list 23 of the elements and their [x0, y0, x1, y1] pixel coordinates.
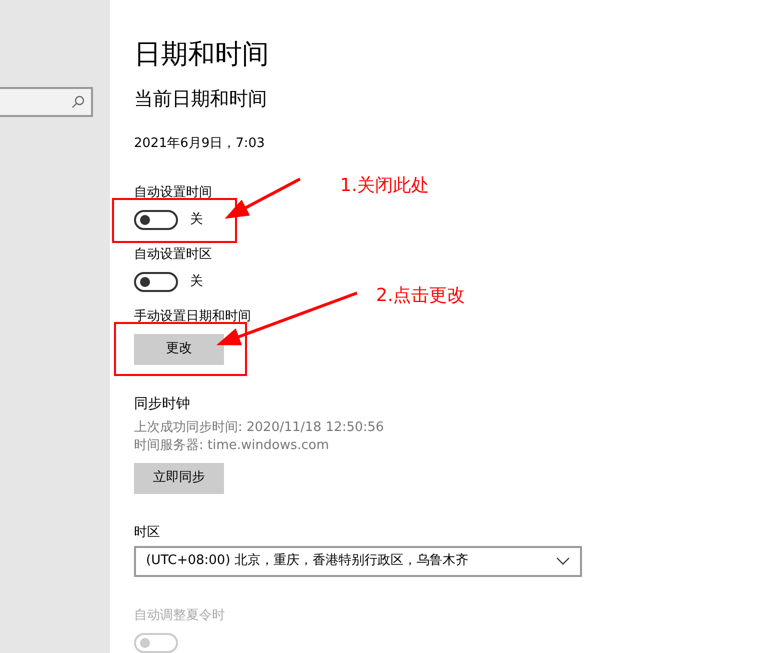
- setting-label: 自动设置时区: [134, 246, 212, 264]
- annotation-text: 1.关闭此处: [340, 174, 430, 198]
- toggle-state: 关: [190, 275, 203, 288]
- chevron-icon: [556, 557, 570, 565]
- page-title: 日期和时间: [134, 38, 270, 72]
- timezone-label: 时区: [134, 524, 160, 542]
- section-heading: 当前日期和时间: [134, 87, 268, 112]
- annotation-text: 2.点击更改: [376, 284, 466, 308]
- setting-label: 自动设置时间: [134, 184, 212, 202]
- search-field[interactable]: [0, 87, 93, 117]
- sync-now-button[interactable]: 立即同步: [134, 462, 224, 494]
- toggle-switch[interactable]: [134, 210, 178, 230]
- sync-info: 时间服务器: time.windows.com: [134, 436, 330, 454]
- timezone-dropdown[interactable]: (UTC+08:00) 北京，重庆，香港特别行政区，乌鲁木齐: [134, 546, 582, 576]
- toggle-switch[interactable]: [134, 272, 178, 292]
- toggle-state: 关: [190, 213, 203, 226]
- change-button[interactable]: 更改: [134, 334, 224, 364]
- sync-info: 上次成功同步时间: 2020/11/18 12:50:56: [134, 418, 385, 436]
- setting-label: 手动设置日期和时间: [134, 308, 251, 326]
- current-date-time: 2021年6月9日，7:03: [134, 135, 266, 153]
- dst-label: 自动调整夏令时: [134, 606, 225, 624]
- sync-heading: 同步时钟: [134, 394, 190, 412]
- search-icon: [71, 95, 85, 109]
